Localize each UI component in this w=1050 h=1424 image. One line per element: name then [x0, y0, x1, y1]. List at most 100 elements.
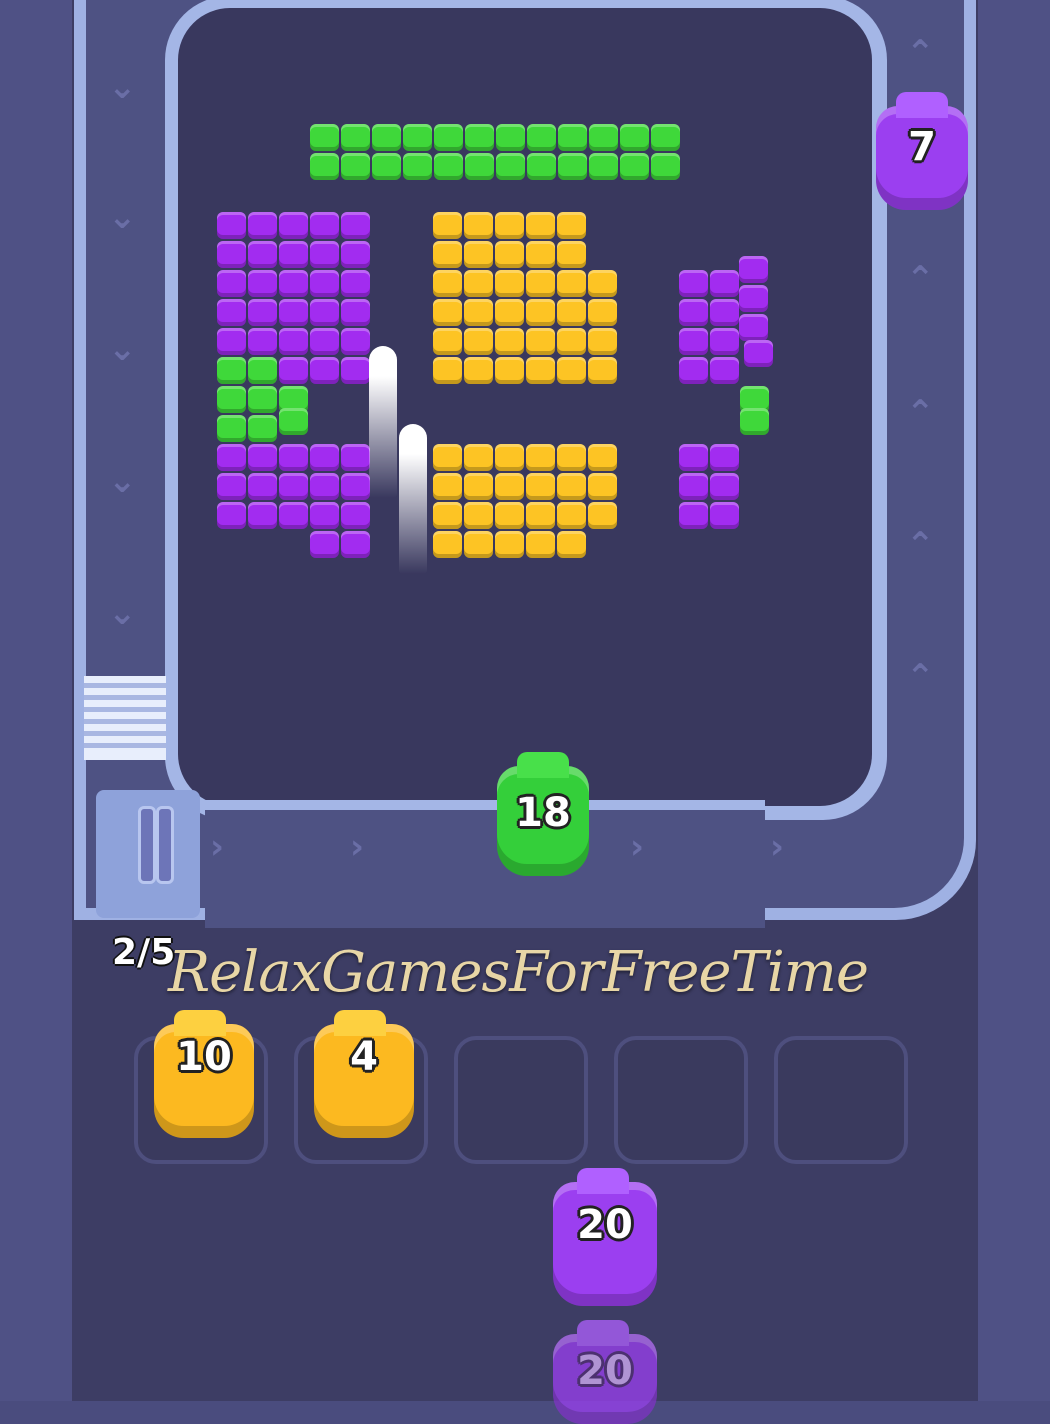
- purple-block: [248, 473, 277, 500]
- slot-shooter[interactable]: 10: [154, 1010, 254, 1138]
- purple-block: [217, 212, 246, 239]
- green-block: [651, 153, 680, 180]
- purple-block: [341, 241, 370, 268]
- yellow-block: [588, 270, 617, 297]
- purple-block: [679, 299, 708, 326]
- yellow-block: [588, 502, 617, 529]
- green-block: [217, 386, 246, 413]
- yellow-block: [433, 502, 462, 529]
- shooter-count: 20: [577, 1202, 633, 1248]
- yellow-block: [495, 212, 524, 239]
- holding-slot[interactable]: [774, 1036, 908, 1164]
- shooter-ears: [577, 1168, 629, 1194]
- yellow-block: [588, 357, 617, 384]
- purple-block: [341, 502, 370, 529]
- purple-block: [710, 357, 739, 384]
- yellow-block: [526, 270, 555, 297]
- slot-shooter[interactable]: 4: [314, 1010, 414, 1138]
- green-block: [465, 153, 494, 180]
- game-screen: ⌄ ⌄ ⌄ ⌄ ⌄ ⌃ ⌃ ⌃ ⌃ ⌃ › › › › 18 7 2/5 Rel…: [0, 0, 1050, 1424]
- green-block: [496, 124, 525, 151]
- purple-block: [310, 328, 339, 355]
- green-block: [248, 357, 277, 384]
- conveyor-shooter[interactable]: 18: [497, 752, 589, 876]
- holding-slot[interactable]: [614, 1036, 748, 1164]
- yellow-block: [526, 299, 555, 326]
- green-block: [589, 124, 618, 151]
- shooter-ears: [517, 752, 569, 778]
- purple-block: [310, 444, 339, 471]
- purple-block: [739, 314, 768, 341]
- green-block: [372, 153, 401, 180]
- yellow-block: [526, 473, 555, 500]
- block-field: [0, 0, 1050, 1401]
- purple-block: [217, 299, 246, 326]
- shooter-count: 7: [908, 124, 936, 170]
- shooter-count: 4: [350, 1034, 378, 1080]
- yellow-block: [557, 241, 586, 268]
- yellow-block: [464, 444, 493, 471]
- shooter-ears: [334, 1010, 386, 1036]
- purple-block: [679, 357, 708, 384]
- green-block: [558, 124, 587, 151]
- queue-shooter[interactable]: 20: [553, 1168, 657, 1306]
- green-block: [434, 124, 463, 151]
- purple-block: [679, 473, 708, 500]
- yellow-block: [433, 212, 462, 239]
- yellow-block: [526, 212, 555, 239]
- green-block: [740, 408, 769, 435]
- queue-shooter: 20: [553, 1320, 657, 1424]
- yellow-block: [495, 444, 524, 471]
- yellow-block: [495, 328, 524, 355]
- yellow-block: [464, 328, 493, 355]
- yellow-block: [557, 502, 586, 529]
- purple-block: [248, 299, 277, 326]
- purple-block: [310, 502, 339, 529]
- purple-block: [310, 473, 339, 500]
- holding-slot[interactable]: [454, 1036, 588, 1164]
- yellow-block: [557, 473, 586, 500]
- purple-block: [310, 531, 339, 558]
- green-block: [310, 153, 339, 180]
- slot-counter: 2/5: [112, 932, 176, 973]
- yellow-block: [433, 299, 462, 326]
- yellow-block: [557, 531, 586, 558]
- purple-block: [279, 270, 308, 297]
- purple-block: [341, 357, 370, 384]
- purple-block: [710, 270, 739, 297]
- yellow-block: [464, 241, 493, 268]
- purple-block: [341, 531, 370, 558]
- yellow-block: [526, 241, 555, 268]
- yellow-block: [495, 531, 524, 558]
- green-block: [341, 153, 370, 180]
- purple-block: [248, 328, 277, 355]
- purple-block: [310, 299, 339, 326]
- purple-block: [341, 270, 370, 297]
- purple-block: [341, 328, 370, 355]
- yellow-block: [588, 299, 617, 326]
- purple-block: [341, 299, 370, 326]
- yellow-block: [588, 444, 617, 471]
- green-block: [620, 124, 649, 151]
- green-block: [496, 153, 525, 180]
- purple-block: [710, 502, 739, 529]
- purple-block: [217, 270, 246, 297]
- green-block: [527, 124, 556, 151]
- purple-block: [217, 444, 246, 471]
- purple-block: [341, 212, 370, 239]
- yellow-block: [464, 473, 493, 500]
- purple-block: [310, 357, 339, 384]
- shooter-count: 20: [577, 1348, 633, 1394]
- shooter-ears: [896, 92, 948, 118]
- yellow-block: [557, 444, 586, 471]
- green-block: [403, 124, 432, 151]
- purple-block: [217, 502, 246, 529]
- yellow-block: [526, 357, 555, 384]
- yellow-block: [557, 299, 586, 326]
- conveyor-shooter[interactable]: 7: [876, 92, 968, 210]
- yellow-block: [495, 299, 524, 326]
- purple-block: [710, 299, 739, 326]
- yellow-block: [557, 212, 586, 239]
- green-block: [279, 408, 308, 435]
- yellow-block: [433, 328, 462, 355]
